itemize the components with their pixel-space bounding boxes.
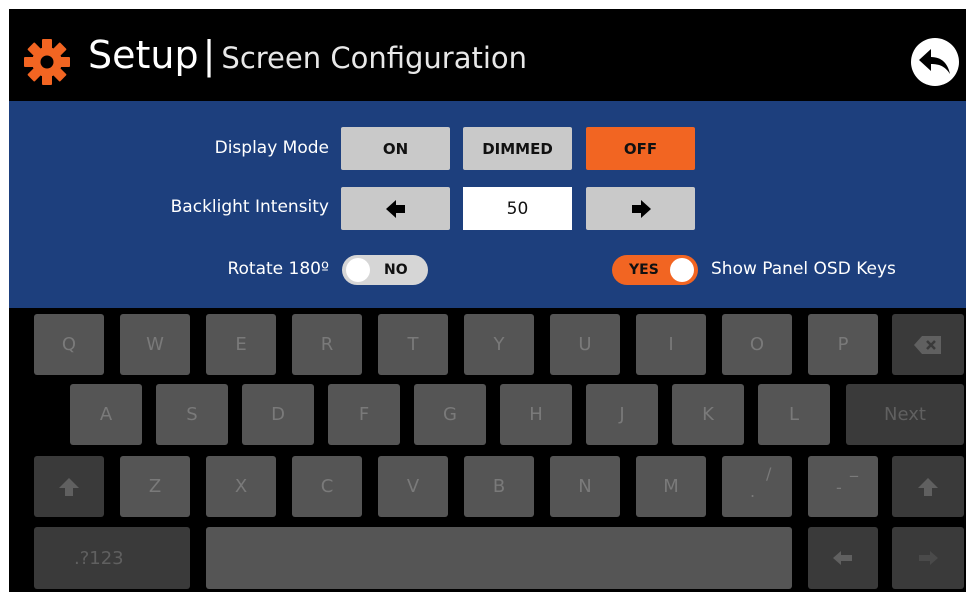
display-mode-dimmed-button[interactable]: DIMMED — [463, 127, 572, 170]
shift-icon — [918, 477, 938, 496]
display-mode-label: Display Mode — [214, 138, 329, 158]
key-y[interactable]: Y — [464, 314, 534, 375]
backlight-decrease-button[interactable] — [341, 187, 450, 230]
key-t[interactable]: T — [378, 314, 448, 375]
backlight-value: 50 — [463, 187, 572, 230]
key-g[interactable]: G — [414, 384, 486, 445]
key-symbol-top: _ — [850, 458, 858, 477]
key-e[interactable]: E — [206, 314, 276, 375]
key-b[interactable]: B — [464, 456, 534, 517]
key-n[interactable]: N — [550, 456, 620, 517]
shift-icon — [59, 477, 79, 496]
rotate-toggle-state: NO — [384, 262, 408, 278]
osd-keys-toggle-state: YES — [629, 262, 659, 278]
key-q[interactable]: Q — [34, 314, 104, 375]
on-screen-keyboard: Q W E R T Y U I O P A S D F G H J K L Ne… — [9, 308, 966, 592]
back-button[interactable] — [911, 38, 959, 86]
header: Setup | Screen Configuration — [9, 9, 966, 101]
key-symbols: / . — [722, 456, 792, 517]
key-c[interactable]: C — [292, 456, 362, 517]
key-m[interactable]: M — [636, 456, 706, 517]
key-symbol-bottom: . — [750, 482, 756, 501]
space-key[interactable] — [206, 527, 792, 589]
key-p[interactable]: P — [808, 314, 878, 375]
key-d[interactable]: D — [242, 384, 314, 445]
key-o[interactable]: O — [722, 314, 792, 375]
key-h[interactable]: H — [500, 384, 572, 445]
key-symbols: _ - — [808, 456, 878, 517]
key-u[interactable]: U — [550, 314, 620, 375]
key-r[interactable]: R — [292, 314, 362, 375]
next-key[interactable]: Next — [846, 384, 964, 445]
shift-key-right[interactable] — [892, 456, 964, 517]
key-symbol-bottom: - — [836, 478, 842, 497]
back-arrow-icon — [919, 49, 950, 74]
key-underscore-dash[interactable]: _ - — [808, 456, 878, 517]
rotate-label: Rotate 180º — [227, 259, 329, 279]
screen: Setup | Screen Configuration Display Mode … — [9, 9, 966, 592]
rotate-toggle[interactable]: NO — [342, 255, 428, 285]
gear-icon — [24, 39, 70, 85]
title-subtitle: Screen Configuration — [221, 41, 528, 75]
key-s[interactable]: S — [156, 384, 228, 445]
display-mode-on-button[interactable]: ON — [341, 127, 450, 170]
key-v[interactable]: V — [378, 456, 448, 517]
backlight-increase-button[interactable] — [586, 187, 695, 230]
title-main: Setup — [88, 33, 199, 77]
key-x[interactable]: X — [206, 456, 276, 517]
shift-key-left[interactable] — [34, 456, 104, 517]
left-arrow-icon — [833, 551, 852, 565]
key-j[interactable]: J — [586, 384, 658, 445]
toggle-knob — [670, 258, 694, 282]
key-k[interactable]: K — [672, 384, 744, 445]
title-separator: | — [202, 33, 216, 77]
right-arrow-icon — [919, 551, 938, 565]
backlight-label: Backlight Intensity — [170, 197, 329, 217]
cursor-right-key[interactable] — [892, 527, 964, 589]
key-a[interactable]: A — [70, 384, 142, 445]
toggle-knob — [346, 258, 370, 282]
cursor-left-key[interactable] — [808, 527, 878, 589]
key-z[interactable]: Z — [120, 456, 190, 517]
osd-keys-label: Show Panel OSD Keys — [711, 259, 896, 279]
symbols-mode-key[interactable]: .?123 — [34, 527, 190, 589]
backspace-icon — [914, 335, 941, 354]
key-l[interactable]: L — [758, 384, 830, 445]
right-arrow-icon — [631, 199, 651, 218]
settings-panel: Display Mode ON DIMMED OFF Backlight Int… — [9, 101, 966, 308]
display-mode-off-button[interactable]: OFF — [586, 127, 695, 170]
key-f[interactable]: F — [328, 384, 400, 445]
key-i[interactable]: I — [636, 314, 706, 375]
osd-keys-toggle[interactable]: YES — [612, 255, 698, 285]
backspace-key[interactable] — [892, 314, 964, 375]
key-symbol-top: / — [766, 464, 772, 483]
page-title: Setup | Screen Configuration — [88, 31, 527, 82]
key-slash-period[interactable]: / . — [722, 456, 792, 517]
left-arrow-icon — [385, 199, 405, 218]
key-w[interactable]: W — [120, 314, 190, 375]
